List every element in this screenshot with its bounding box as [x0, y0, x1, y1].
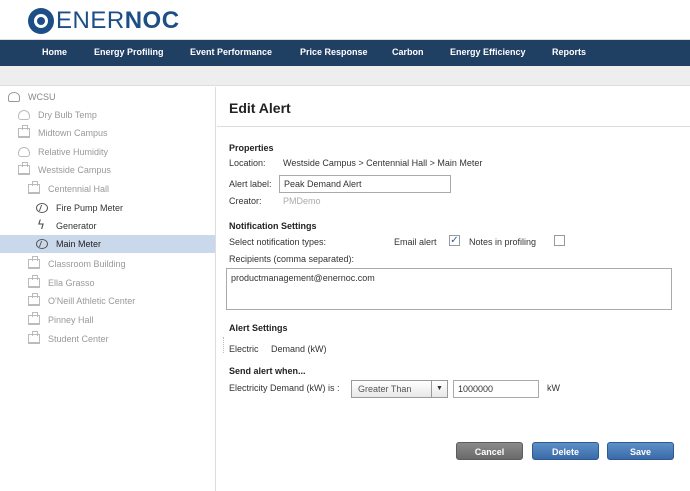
meter-icon	[36, 239, 48, 249]
email-alert-label: Email alert	[394, 237, 437, 247]
tree-item-centennial-hall[interactable]: Centennial Hall	[28, 180, 109, 198]
nav-home[interactable]: Home	[42, 47, 67, 57]
notes-in-profiling-label: Notes in profiling	[469, 237, 537, 247]
nav-reports[interactable]: Reports	[552, 47, 586, 57]
threshold-unit: kW	[547, 383, 560, 393]
save-button[interactable]: Save	[607, 442, 674, 460]
tree-item-relative-humidity[interactable]: Relative Humidity	[18, 143, 108, 161]
nav-price-response[interactable]: Price Response	[300, 47, 368, 57]
enernoc-logo[interactable]: ENERNOC	[28, 7, 180, 35]
recipients-textarea[interactable]: productmanagement@enernoc.com	[226, 268, 672, 310]
creator-label: Creator:	[229, 196, 262, 206]
tree-item-main-meter[interactable]: Main Meter	[0, 235, 215, 253]
tree-item-fire-pump-meter[interactable]: Fire Pump Meter	[36, 199, 123, 217]
building-icon	[28, 275, 40, 288]
meter-icon	[36, 203, 48, 213]
location-tree: WCSU Dry Bulb Temp Midtown Campus Relati…	[0, 87, 216, 491]
alert-measure: Demand (kW)	[271, 344, 327, 354]
tree-item-dry-bulb-temp[interactable]: Dry Bulb Temp	[18, 106, 97, 124]
building-icon	[18, 162, 30, 175]
sub-toolbar	[0, 66, 690, 86]
notification-settings-heading: Notification Settings	[229, 221, 317, 231]
tree-item-classroom-building[interactable]: Classroom Building	[28, 255, 126, 273]
recipients-label: Recipients (comma separated):	[229, 254, 355, 264]
nav-carbon[interactable]: Carbon	[392, 47, 424, 57]
alert-type: Electric	[229, 344, 259, 354]
edit-alert-panel: Edit Alert Properties Location: Westside…	[217, 87, 690, 491]
properties-heading: Properties	[229, 143, 274, 153]
user-group-icon	[8, 92, 20, 102]
condition-label: Electricity Demand (kW) is :	[229, 383, 340, 393]
notes-in-profiling-checkbox[interactable]	[554, 235, 565, 246]
nav-energy-efficiency[interactable]: Energy Efficiency	[450, 47, 526, 57]
building-icon	[28, 181, 40, 194]
cloud-icon	[18, 147, 30, 157]
delete-button[interactable]: Delete	[532, 442, 599, 460]
tree-item-westside-campus[interactable]: Westside Campus	[18, 161, 111, 179]
tree-item-generator[interactable]: Generator	[36, 217, 97, 235]
tree-item-student-center[interactable]: Student Center	[28, 330, 109, 348]
tree-item-midtown-campus[interactable]: Midtown Campus	[18, 124, 108, 142]
alert-label-input[interactable]	[279, 175, 451, 193]
nav-energy-profiling[interactable]: Energy Profiling	[94, 47, 164, 57]
chevron-down-icon: ▼	[431, 381, 447, 397]
select-types-label: Select notification types:	[229, 237, 327, 247]
location-label: Location:	[229, 158, 266, 168]
building-icon	[28, 331, 40, 344]
dotted-divider	[223, 337, 224, 353]
alert-settings-heading: Alert Settings	[229, 323, 288, 333]
nav-event-performance[interactable]: Event Performance	[190, 47, 272, 57]
main-nav: Home Energy Profiling Event Performance …	[0, 40, 690, 66]
building-icon	[28, 293, 40, 306]
cancel-button[interactable]: Cancel	[456, 442, 523, 460]
building-icon	[18, 125, 30, 138]
send-alert-when-heading: Send alert when...	[229, 366, 306, 376]
title-divider	[217, 126, 690, 127]
building-icon	[28, 256, 40, 269]
app-header: ENERNOC	[0, 0, 690, 40]
location-value: Westside Campus > Centennial Hall > Main…	[283, 158, 483, 168]
logo-mark-icon	[28, 8, 54, 34]
tree-item-oneill-athletic-center[interactable]: O'Neill Athletic Center	[28, 292, 135, 310]
bolt-icon	[36, 218, 48, 232]
email-alert-checkbox[interactable]: ✓	[449, 235, 460, 246]
tree-item-ella-grasso[interactable]: Ella Grasso	[28, 274, 95, 292]
alert-label-label: Alert label:	[229, 179, 272, 189]
operator-select[interactable]: Greater Than ▼	[351, 380, 448, 398]
tree-item-pinney-hall[interactable]: Pinney Hall	[28, 311, 94, 329]
tree-root-wcsu[interactable]: WCSU	[8, 88, 56, 106]
logo-text: ENERNOC	[56, 7, 180, 34]
cloud-icon	[18, 110, 30, 120]
building-icon	[28, 312, 40, 325]
threshold-input[interactable]	[453, 380, 539, 398]
creator-value: PMDemo	[283, 196, 321, 206]
page-title: Edit Alert	[229, 100, 291, 116]
